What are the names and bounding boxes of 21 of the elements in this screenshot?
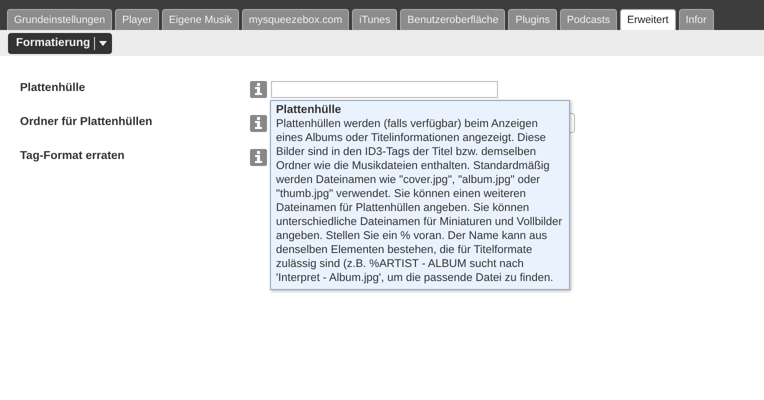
setting-label: Tag-Format erraten — [20, 149, 126, 164]
info-icon[interactable] — [250, 80, 267, 98]
tab[interactable]: iTunes — [352, 9, 398, 30]
tooltip-text: Plattenhüllen werden (falls verfügbar) beim Anzeigen eines Albums oder Titelinformationen angezeigt. Diese Bilder sind in den ID3-Tags der Titel bzw. demselben Ordner wie die Musikdateien enthalten. Standardmäßig werden Dateinamen wie "cover.jpg", "album.jpg" oder "thumb.jpg" verwendet. Sie können einen weiteren Dateinamen für Plattenhüllen angeben. Sie können unterschiedliche Dateinamen für Miniaturen und Vollbilder angeben. Stellen Sie ein % voran. Der Name kann aus denselben Elementen bestehen, die für Titelformate zulässig sind (z.B. %ARTIST - ALBUM sucht nach 'Interpret - Album.jpg', um die passende Datei zu finden. — [276, 117, 564, 285]
tab[interactable]: Plugins — [508, 9, 557, 30]
menu-button[interactable]: Formatierung — [8, 33, 112, 54]
tab[interactable]: Eigene Musik — [162, 9, 239, 30]
input-field[interactable] — [271, 80, 498, 98]
info-icon[interactable] — [250, 114, 267, 132]
tab[interactable]: Benutzeroberfläche — [400, 9, 506, 30]
tab[interactable]: Grundeinstellungen — [7, 9, 112, 30]
tab[interactable]: Player — [115, 9, 159, 30]
setting-label: Plattenhülle — [20, 81, 86, 96]
setting-label: Ordner für Plattenhüllen — [20, 115, 154, 130]
tooltip-title: Plattenhülle — [276, 103, 342, 117]
info-icon[interactable] — [250, 148, 267, 166]
tab[interactable]: Infor — [678, 9, 714, 30]
tab[interactable]: Podcasts — [560, 9, 618, 30]
tab[interactable]: mysqueezebox.com — [242, 9, 350, 30]
tab[interactable]: Erweitert — [620, 9, 676, 30]
caret-icon — [99, 41, 108, 46]
